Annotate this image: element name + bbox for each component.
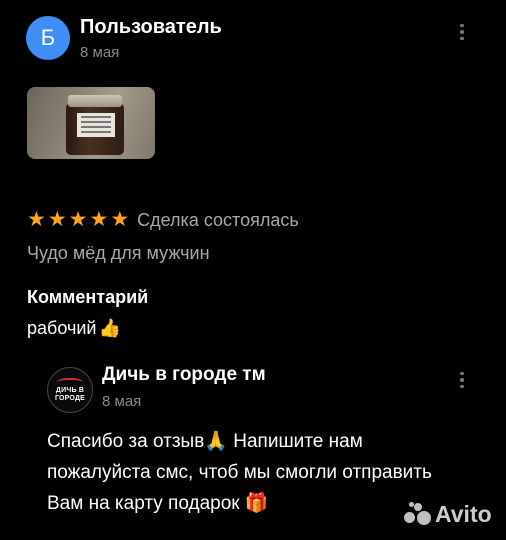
- star-icon: ★: [47, 208, 67, 231]
- praying-hands-icon: 🙏: [204, 431, 228, 452]
- star-icon: ★: [110, 208, 130, 231]
- review-date: 8 мая: [80, 44, 120, 61]
- more-options-icon[interactable]: [452, 18, 472, 46]
- review-photo[interactable]: [27, 87, 155, 159]
- antlers-logo-icon: [57, 377, 83, 386]
- seller-avatar[interactable]: ДИЧЬ В ГОРОДЕ: [47, 367, 93, 413]
- seller-logo-text: ДИЧЬ В ГОРОДЕ: [54, 386, 86, 402]
- author-name[interactable]: Пользователь: [80, 16, 222, 39]
- reply-more-options-icon[interactable]: [452, 366, 472, 394]
- comment-text: рабочий 👍: [27, 318, 121, 339]
- watermark-text: Avito: [435, 501, 492, 527]
- deal-status: Сделка состоялась: [137, 209, 299, 230]
- seller-name[interactable]: Дичь в городе тм: [102, 364, 266, 386]
- user-avatar[interactable]: Б: [26, 16, 70, 60]
- product-name: Чудо мёд для мужчин: [27, 243, 210, 263]
- rating-row: ★ ★ ★ ★ ★ Сделка состоялась: [27, 208, 299, 232]
- seller-reply-date: 8 мая: [102, 393, 142, 410]
- gift-icon: 🎁: [244, 493, 269, 514]
- star-icon: ★: [89, 208, 109, 231]
- avito-watermark: Avito: [404, 501, 492, 528]
- avatar-initial: Б: [40, 25, 56, 50]
- star-icon: ★: [27, 208, 46, 231]
- review-card: Б Пользователь 8 мая ★ ★ ★ ★ ★ Сделка со…: [0, 0, 506, 540]
- star-icon: ★: [68, 208, 88, 231]
- comment-body: рабочий: [27, 318, 97, 338]
- comment-heading: Комментарий: [27, 287, 149, 307]
- thumbs-up-icon: 👍: [98, 318, 121, 338]
- avito-logo-icon: [404, 501, 432, 528]
